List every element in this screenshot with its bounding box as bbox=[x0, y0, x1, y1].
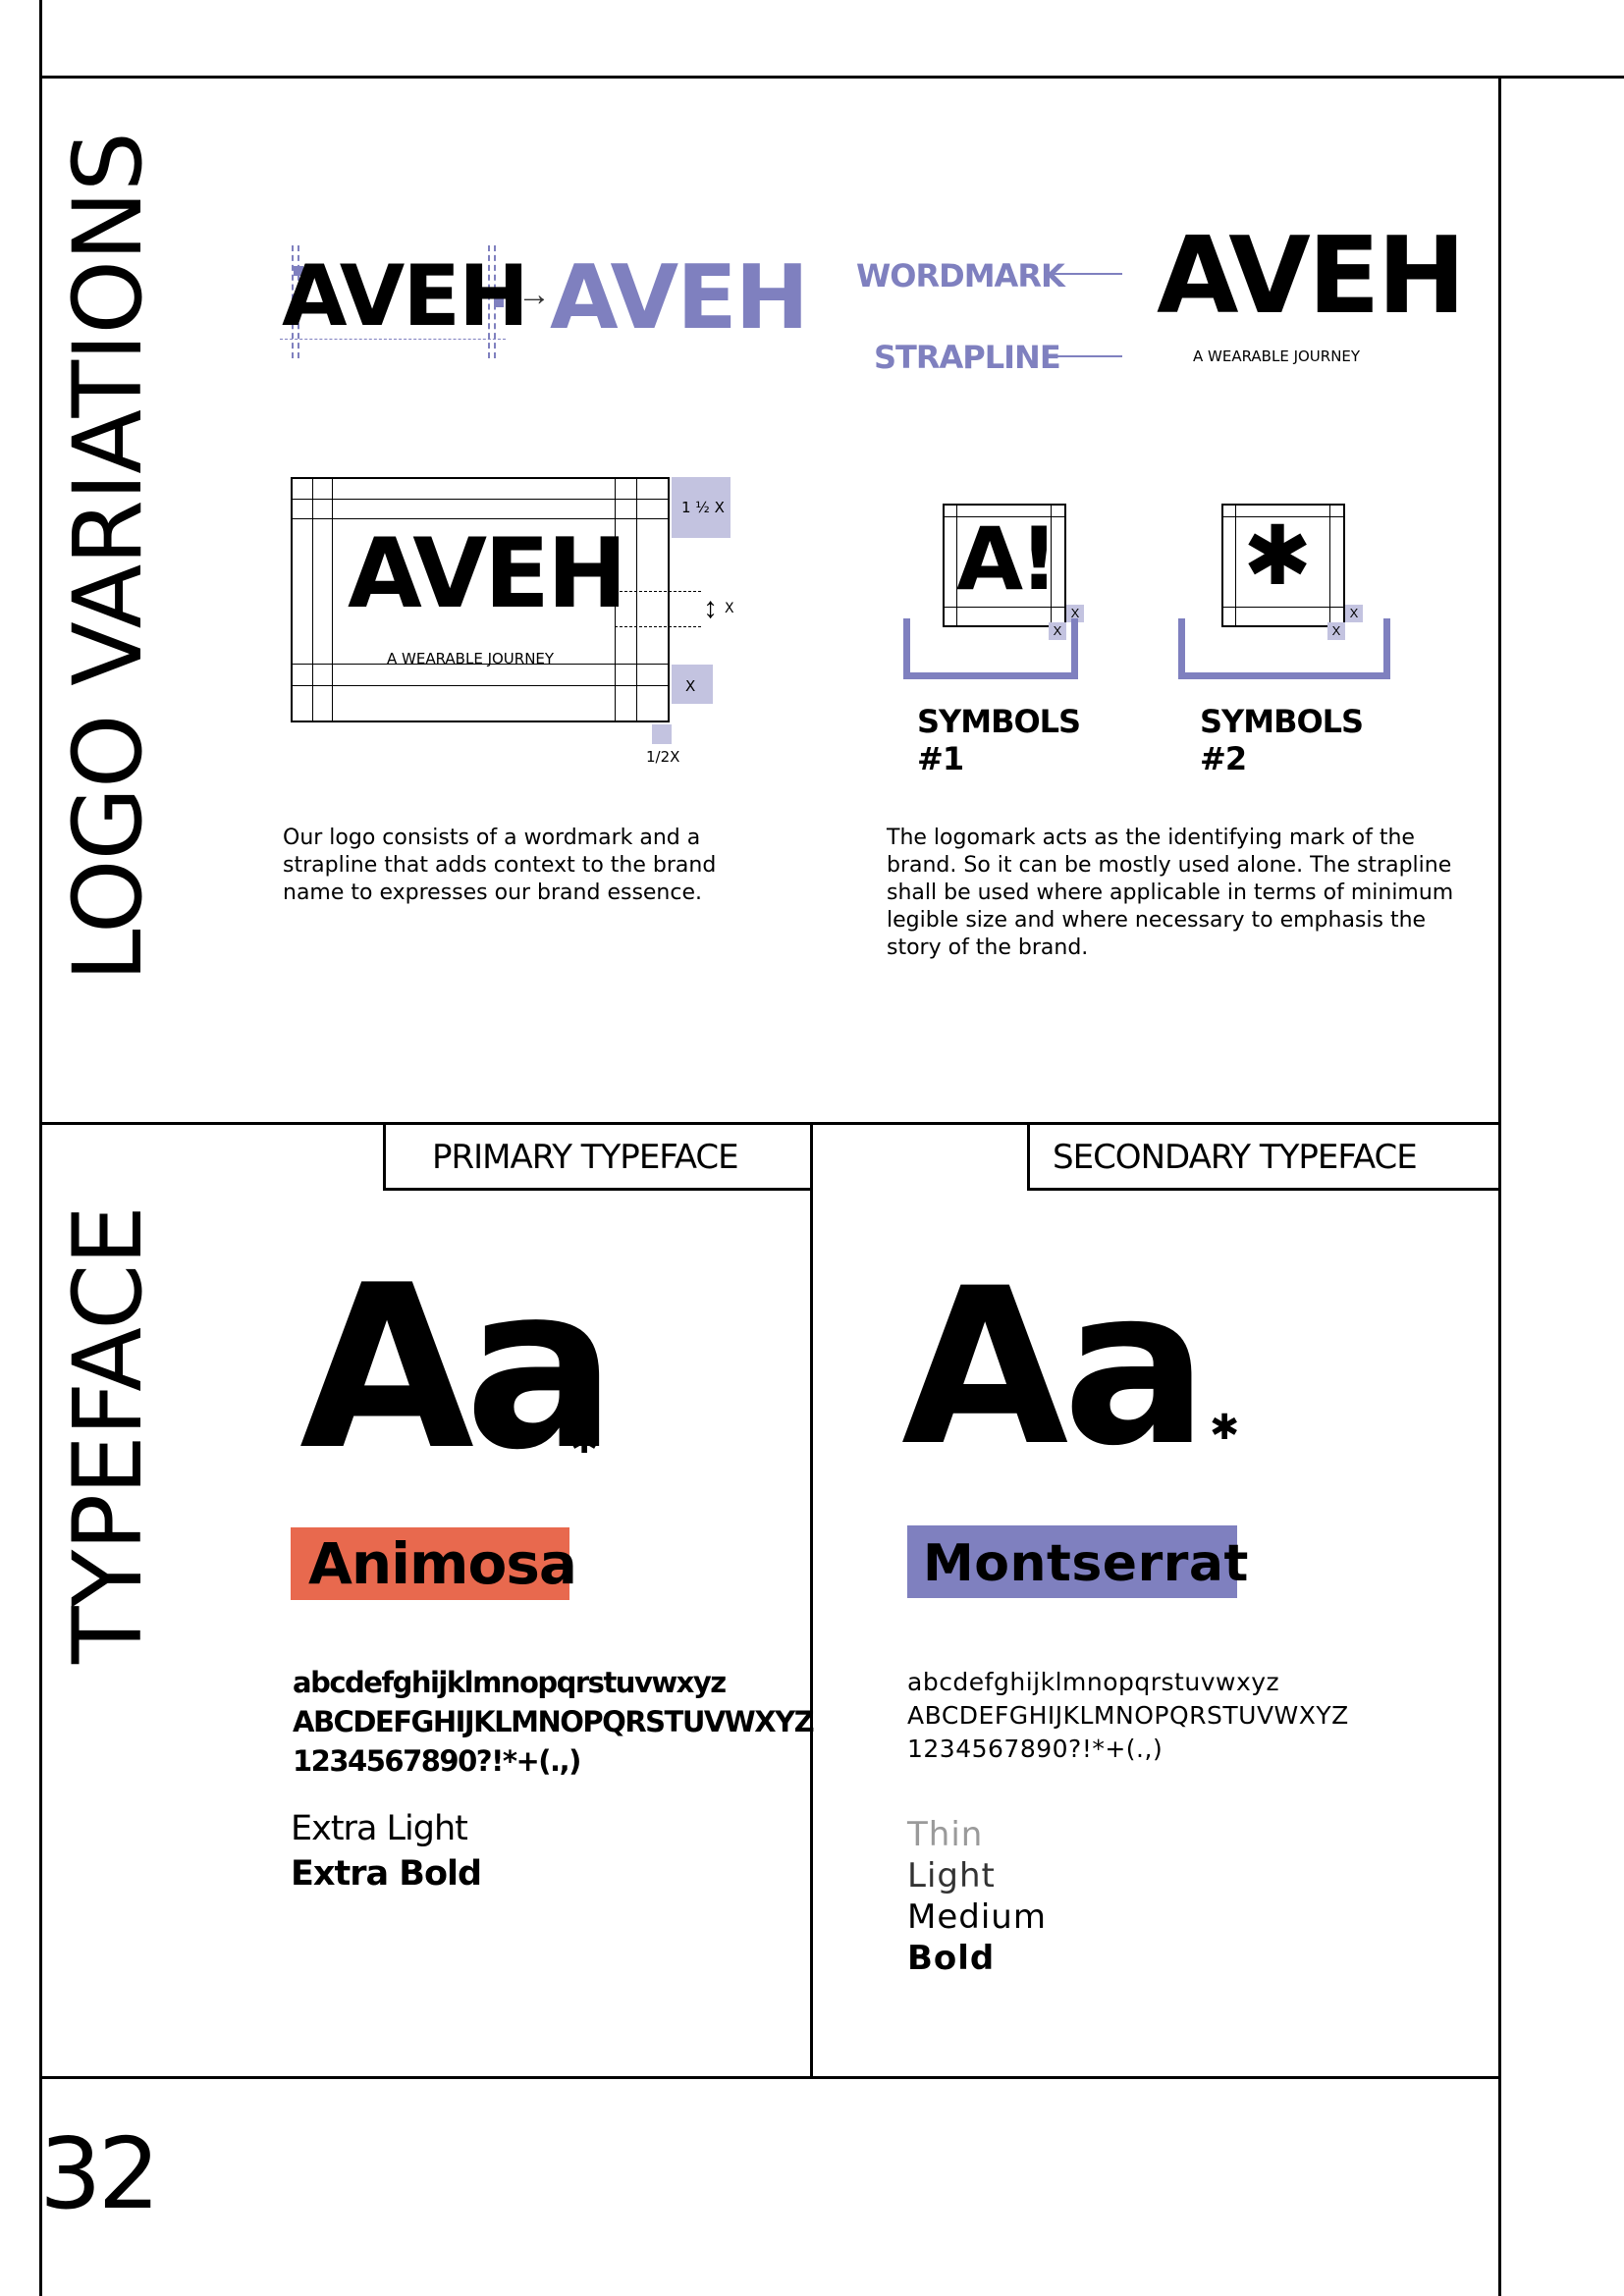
symbol2-grid-h2 bbox=[1221, 607, 1345, 608]
clearspace-grid-v2 bbox=[332, 477, 333, 722]
clearspace-diagram: AVEH A WEARABLE JOURNEY ↕ X bbox=[291, 477, 734, 727]
primary-numbers: 1234567890?!*+(.,) bbox=[293, 1744, 581, 1778]
secondary-uppercase: ABCDEFGHIJKLMNOPQRSTUVWXYZ bbox=[907, 1701, 1349, 1730]
primary-weight-bold: Extra Bold bbox=[291, 1854, 482, 1894]
primary-font-name: Animosa bbox=[308, 1530, 577, 1597]
frame-left-line bbox=[39, 0, 42, 2296]
secondary-font-name: Montserrat bbox=[923, 1534, 1249, 1593]
arrow-right-icon: → bbox=[517, 276, 551, 313]
clearspace-logo: AVEH bbox=[348, 518, 627, 630]
primary-snowflake-icon: ✱ bbox=[569, 1420, 600, 1461]
primary-uppercase: ABCDEFGHIJKLMNOPQRSTUVWXYZ bbox=[293, 1705, 815, 1738]
symbol2-label: SYMBOLS #2 bbox=[1200, 703, 1364, 777]
clearspace-grid-v4 bbox=[636, 477, 637, 722]
primary-specimen: Aa bbox=[299, 1238, 617, 1500]
measure-arrow-icon: ↕ bbox=[703, 592, 718, 624]
logo-description-right: The logomark acts as the identifying mar… bbox=[887, 826, 1454, 960]
strapline-leader-line bbox=[1046, 355, 1122, 357]
logo-transform-group: AVEH → AVEH bbox=[280, 240, 809, 368]
primary-typeface-label: PRIMARY TYPEFACE bbox=[432, 1138, 739, 1177]
clearspace-dashed-bottom bbox=[615, 626, 701, 627]
secondary-weight-thin: Thin bbox=[907, 1815, 984, 1854]
measure-half-label: 1/2X bbox=[646, 748, 680, 766]
clearspace-grid-h4 bbox=[291, 685, 670, 686]
symbol2-group: ✱ X X SYMBOLS #2 bbox=[1178, 501, 1394, 777]
secondary-weight-medium: Medium bbox=[907, 1897, 1047, 1937]
snowflake-icon: ✱ bbox=[1243, 507, 1313, 604]
secondary-weight-light: Light bbox=[907, 1856, 996, 1896]
symbol2-bracket bbox=[1178, 618, 1390, 679]
measure-box-half bbox=[652, 724, 672, 744]
page-number: 32 bbox=[39, 2116, 160, 2231]
logo-description-left: Our logo consists of a wordmark and a st… bbox=[283, 826, 717, 905]
secondary-numbers: 1234567890?!*+(.,) bbox=[907, 1735, 1164, 1763]
clearspace-grid-h1 bbox=[291, 499, 670, 500]
secondary-snowflake-icon: ✱ bbox=[1210, 1407, 1240, 1447]
clearspace-dashed-top bbox=[615, 591, 701, 592]
symbol2-grid-v1 bbox=[1235, 504, 1236, 627]
logo-strapline: A WEARABLE JOURNEY bbox=[1193, 347, 1361, 365]
clearspace-grid-v1 bbox=[312, 477, 313, 722]
frame-top-line bbox=[39, 76, 1624, 79]
symbol1-glyph: A! bbox=[956, 508, 1058, 610]
logo-section-title: LOGO VARIATIONS bbox=[53, 133, 163, 982]
logo-black: AVEH bbox=[282, 247, 529, 346]
secondary-lowercase: abcdefghijklmnopqrstuvwxyz bbox=[907, 1668, 1280, 1696]
logo-wordmark: AVEH bbox=[1157, 215, 1466, 338]
symbol2-grid-v2 bbox=[1329, 504, 1330, 627]
typeface-section-title: TYPEFACE bbox=[53, 1206, 163, 1664]
secondary-weight-bold: Bold bbox=[907, 1939, 996, 1978]
measure-x-label: X bbox=[725, 601, 734, 616]
secondary-typeface-label: SECONDARY TYPEFACE bbox=[1053, 1138, 1418, 1177]
secondary-alphabet: abcdefghijklmnopqrstuvwxyz ABCDEFGHIJKLM… bbox=[907, 1666, 1349, 1766]
primary-alphabet: abcdefghijklmnopqrstuvwxyz ABCDEFGHIJKLM… bbox=[293, 1663, 815, 1781]
secondary-specimen: Aa bbox=[901, 1242, 1209, 1493]
clearspace-strapline: A WEARABLE JOURNEY bbox=[387, 650, 555, 667]
wordmark-label: WORDMARK bbox=[856, 257, 1065, 294]
footer-divider-line bbox=[39, 2076, 1501, 2079]
symbol1-bracket bbox=[903, 618, 1078, 679]
wordmark-leader-line bbox=[1046, 273, 1122, 275]
primary-lowercase: abcdefghijklmnopqrstuvwxyz bbox=[293, 1666, 727, 1699]
column-divider-line bbox=[810, 1122, 813, 2079]
measure-box-x-label: X bbox=[685, 677, 696, 695]
symbol1-label: SYMBOLS #1 bbox=[917, 703, 1081, 777]
logo-purple: AVEH bbox=[550, 246, 809, 349]
primary-weight-light: Extra Light bbox=[291, 1809, 468, 1848]
symbol1-group: A! X X SYMBOLS #1 bbox=[901, 501, 1117, 777]
measure-one-half-label: 1 ½ X bbox=[681, 499, 725, 516]
strapline-label: STRAPLINE bbox=[874, 339, 1061, 376]
